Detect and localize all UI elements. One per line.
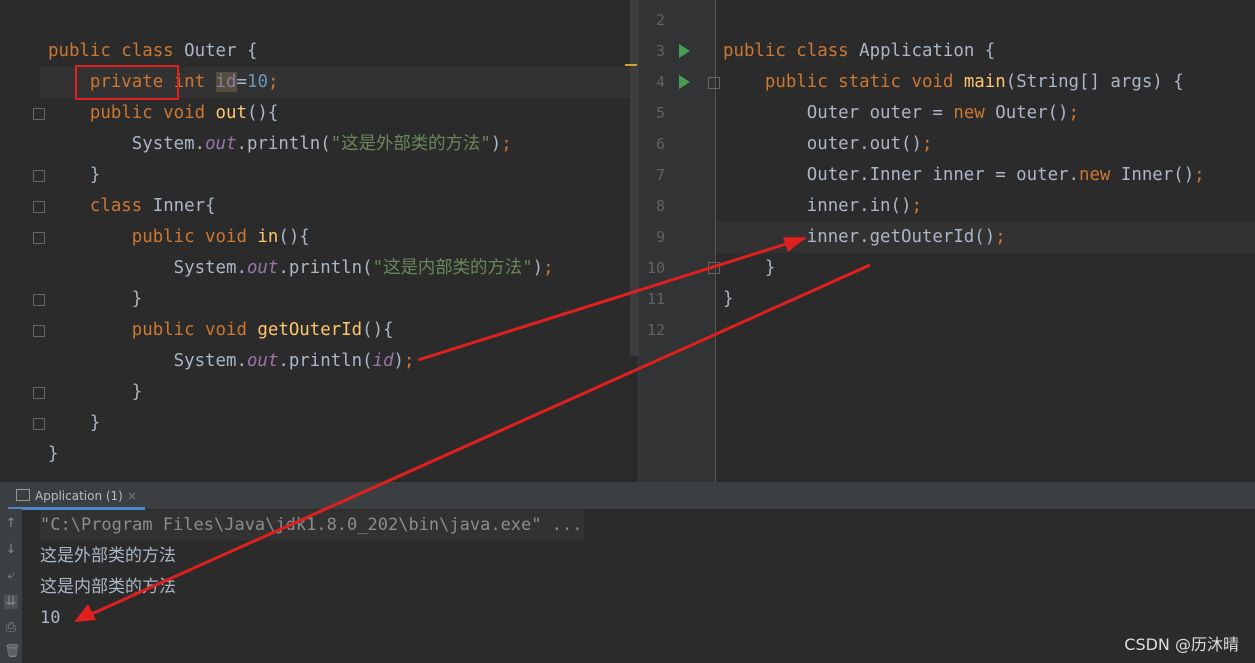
annotation-arrows [74, 236, 871, 622]
arrowhead [783, 237, 805, 252]
arrow-call-to-output [77, 263, 871, 622]
arrow-id-to-call [417, 236, 806, 362]
